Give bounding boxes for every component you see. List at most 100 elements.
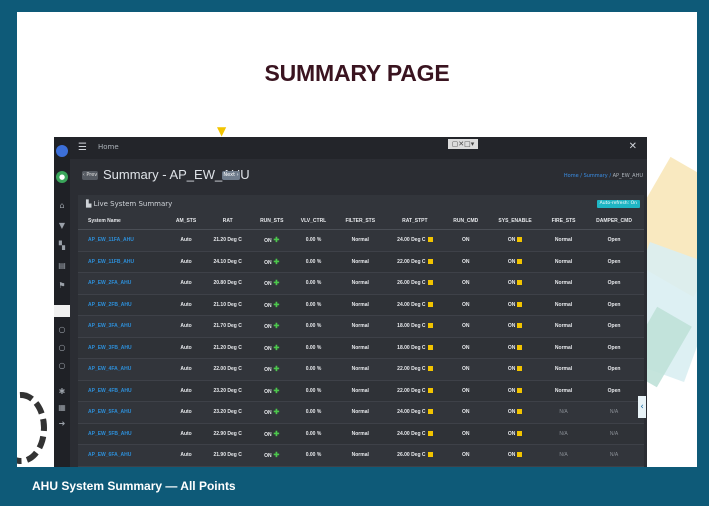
table-cell: 0.00 % <box>291 294 336 316</box>
breadcrumb: Home / Summary / AP_EW_AHU <box>563 173 643 179</box>
table-cell: 24.00 Deg C <box>385 401 445 424</box>
table-cell: Auto <box>168 401 204 424</box>
edit-icon[interactable] <box>517 344 523 350</box>
circle-icon[interactable]: ○ <box>57 343 67 353</box>
edit-icon[interactable] <box>517 258 523 264</box>
menu-icon[interactable]: ☰ <box>78 142 87 153</box>
column-header[interactable]: RAT <box>203 213 252 230</box>
edit-icon[interactable] <box>427 280 433 286</box>
prev-button[interactable]: ‹ Prev <box>82 171 98 180</box>
table-cell: Auto <box>168 294 204 316</box>
system-name-link[interactable]: AP_EW_5FA_AHU <box>78 401 169 424</box>
system-name-link[interactable]: AP_EW_6FA_AHU <box>78 444 169 467</box>
table-cell: 24.10 Deg C <box>203 251 252 273</box>
table-cell: ON <box>487 251 544 273</box>
sidebar-rail: ● ⌂ ▼ ▚ ▤ ⚑ ○ ○ ○ ✱ ▦ ➜ <box>54 137 70 467</box>
table-cell: Auto <box>168 444 204 467</box>
logout-icon[interactable]: ➜ <box>57 419 67 429</box>
document-icon[interactable]: ▤ <box>57 261 67 271</box>
settings-icon[interactable]: ✱ <box>57 387 67 397</box>
edit-icon[interactable] <box>517 280 523 286</box>
table-cell: ON <box>487 358 544 381</box>
table-cell: Auto <box>168 272 204 295</box>
table-cell: Normal <box>335 315 386 338</box>
column-header[interactable]: FIRE_STS <box>543 213 585 230</box>
system-name-link[interactable]: AP_EW_3FA_AHU <box>78 315 169 338</box>
system-name-link[interactable]: AP_EW_3FB_AHU <box>78 337 169 359</box>
edit-icon[interactable] <box>517 366 523 372</box>
column-header[interactable]: VLV_CTRL <box>291 213 336 230</box>
edit-icon[interactable] <box>427 301 433 307</box>
edit-icon[interactable] <box>517 237 523 243</box>
table-cell: Auto <box>168 380 204 402</box>
table-cell: ON ✚ <box>251 251 292 273</box>
edit-icon[interactable] <box>427 258 433 264</box>
edit-icon[interactable] <box>517 452 523 458</box>
table-cell: 0.00 % <box>291 444 336 467</box>
circle-icon[interactable]: ○ <box>57 361 67 371</box>
table-cell: Normal <box>543 229 585 252</box>
breadcrumb-home[interactable]: Home <box>564 173 579 179</box>
table-cell: Normal <box>335 229 386 252</box>
user-avatar[interactable]: ● <box>56 171 68 183</box>
edit-icon[interactable] <box>517 409 523 415</box>
breadcrumb-summary[interactable]: Summary <box>584 173 608 179</box>
auto-refresh-toggle[interactable]: Auto-refresh: On <box>596 200 640 208</box>
column-header[interactable]: FILTER_STS <box>335 213 386 230</box>
table-cell: N/A <box>543 423 585 445</box>
edit-icon[interactable] <box>427 387 433 393</box>
system-name-link[interactable]: AP_EW_4FA_AHU <box>78 358 169 381</box>
table-cell: N/A <box>584 444 644 467</box>
column-header[interactable]: System Name <box>78 213 169 230</box>
table-cell: 22.00 Deg C <box>385 358 445 381</box>
summary-table: System Name AM_STS RAT RUN_STS VLV_CTRL FILTE… <box>78 213 644 467</box>
edit-icon[interactable] <box>427 344 433 350</box>
edit-icon[interactable] <box>427 237 433 243</box>
home-link[interactable]: Home <box>98 143 119 151</box>
table-cell: 24.00 Deg C <box>385 294 445 316</box>
edit-icon[interactable] <box>427 366 433 372</box>
circle-icon[interactable]: ○ <box>57 325 67 335</box>
table-cell: 21.10 Deg C <box>203 294 252 316</box>
column-header[interactable]: RAT_STPT <box>385 213 445 230</box>
system-name-link[interactable]: AP_EW_11FB_AHU <box>78 251 169 273</box>
edit-icon[interactable] <box>517 430 523 436</box>
chart-icon[interactable]: ▚ <box>57 241 67 251</box>
edit-icon[interactable] <box>517 301 523 307</box>
close-icon[interactable]: ✕ <box>629 141 637 152</box>
table-cell: ON ✚ <box>251 380 292 402</box>
column-header[interactable]: RUN_STS <box>251 213 292 230</box>
run-status-icon: ✚ <box>271 344 280 352</box>
next-button[interactable]: Next › <box>222 171 240 180</box>
run-status-icon: ✚ <box>271 366 280 374</box>
filter-icon[interactable]: ▼ <box>57 221 67 231</box>
table-cell: ON <box>487 229 544 252</box>
collapse-tab[interactable]: ‹ <box>638 396 646 418</box>
table-cell: N/A <box>543 444 585 467</box>
edit-icon[interactable] <box>427 409 433 415</box>
system-name-link[interactable]: AP_EW_2FA_AHU <box>78 272 169 295</box>
top-bar: ☰ Home ▢✕□▾ ✕ <box>70 137 647 159</box>
system-name-link[interactable]: AP_EW_5FB_AHU <box>78 423 169 445</box>
active-nav-indicator[interactable] <box>54 305 70 317</box>
calendar-icon[interactable]: ▦ <box>57 403 67 413</box>
column-header[interactable]: DAMPER_CMD <box>584 213 644 230</box>
table-cell: 22.90 Deg C <box>203 423 252 445</box>
table-cell: Open <box>584 337 644 359</box>
edit-icon[interactable] <box>517 323 523 329</box>
home-icon[interactable]: ⌂ <box>57 201 67 211</box>
bookmark-icon[interactable]: ⚑ <box>57 281 67 291</box>
window-controls[interactable]: ▢✕□▾ <box>448 139 478 149</box>
edit-icon[interactable] <box>427 323 433 329</box>
table-cell: 24.00 Deg C <box>385 423 445 445</box>
column-header[interactable]: AM_STS <box>168 213 204 230</box>
system-name-link[interactable]: AP_EW_4FB_AHU <box>78 380 169 402</box>
edit-icon[interactable] <box>517 387 523 393</box>
system-name-link[interactable]: AP_EW_11FA_AHU <box>78 229 169 252</box>
column-header[interactable]: SYS_ENABLE <box>487 213 544 230</box>
edit-icon[interactable] <box>427 452 433 458</box>
column-header[interactable]: RUN_CMD <box>444 213 488 230</box>
system-name-link[interactable]: AP_EW_2FB_AHU <box>78 294 169 316</box>
app-logo-icon[interactable] <box>56 145 68 157</box>
edit-icon[interactable] <box>427 430 433 436</box>
